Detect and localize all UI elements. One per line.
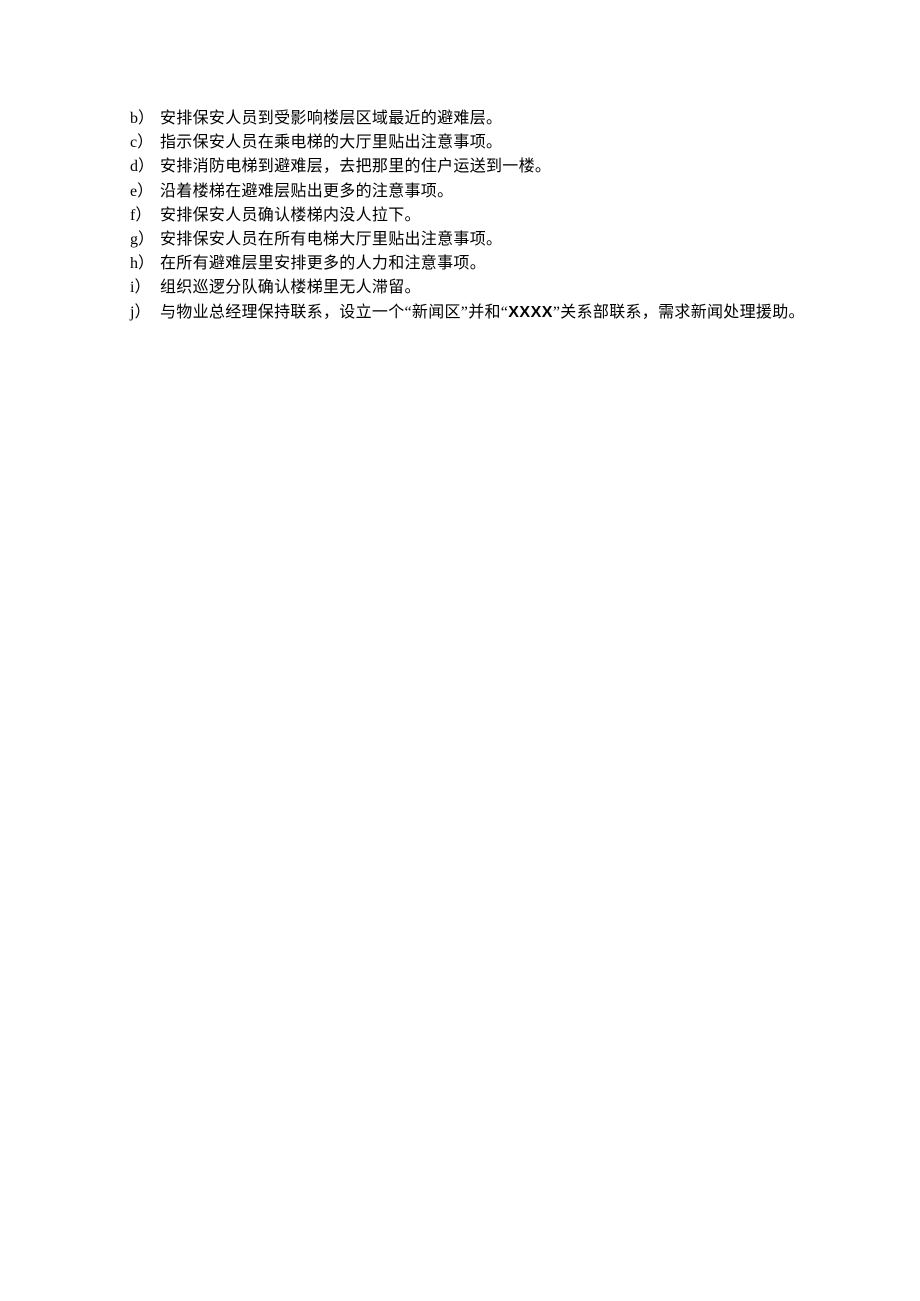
list-marker: c）	[130, 131, 160, 154]
marker-paren: ）	[138, 231, 154, 248]
marker-paren: ）	[134, 304, 150, 321]
ordered-list: b） 安排保安人员到受影响楼层区域最近的避难层。 c） 指示保安人员在乘电梯的大…	[130, 107, 920, 324]
list-text: 安排保安人员确认楼梯内没人拉下。	[160, 204, 421, 227]
marker-paren: ）	[138, 110, 154, 127]
list-text: 安排消防电梯到避难层，去把那里的住户运送到一楼。	[160, 155, 551, 178]
marker-letter: d	[130, 158, 138, 175]
list-text: 沿着楼梯在避难层贴出更多的注意事项。	[160, 180, 453, 203]
list-marker: d）	[130, 155, 160, 178]
list-item: j） 与物业总经理保持联系，设立一个“新闻区”并和“XXXX”关系部联系，需求新…	[130, 301, 920, 324]
list-marker: i）	[130, 276, 160, 299]
document-page: b） 安排保安人员到受影响楼层区域最近的避难层。 c） 指示保安人员在乘电梯的大…	[0, 0, 920, 324]
marker-letter: h	[130, 255, 138, 272]
marker-letter: b	[130, 110, 138, 127]
list-marker: f）	[130, 204, 160, 227]
list-item: b） 安排保安人员到受影响楼层区域最近的避难层。	[130, 107, 920, 130]
text-segment: ”关系部联系，需求新闻处理援助。	[553, 304, 805, 321]
marker-paren: ）	[138, 255, 154, 272]
list-marker: h）	[130, 252, 160, 275]
list-item: e） 沿着楼梯在避难层贴出更多的注意事项。	[130, 180, 920, 203]
list-item: c） 指示保安人员在乘电梯的大厅里贴出注意事项。	[130, 131, 920, 154]
marker-letter: g	[130, 231, 138, 248]
marker-paren: ）	[135, 207, 151, 224]
marker-paren: ）	[137, 183, 153, 200]
bold-text: XXXX	[508, 304, 553, 321]
list-marker: b）	[130, 107, 160, 130]
marker-paren: ）	[137, 134, 153, 151]
list-text: 指示保安人员在乘电梯的大厅里贴出注意事项。	[160, 131, 502, 154]
list-text: 在所有避难层里安排更多的人力和注意事项。	[160, 252, 486, 275]
marker-paren: ）	[138, 158, 154, 175]
text-segment: 与物业总经理保持联系，设立一个“新闻区”并和“	[160, 304, 508, 321]
list-item: d） 安排消防电梯到避难层，去把那里的住户运送到一楼。	[130, 155, 920, 178]
marker-paren: ）	[134, 279, 150, 296]
list-item: g） 安排保安人员在所有电梯大厅里贴出注意事项。	[130, 228, 920, 251]
list-marker: g）	[130, 228, 160, 251]
list-marker: e）	[130, 180, 160, 203]
list-text: 安排保安人员在所有电梯大厅里贴出注意事项。	[160, 228, 502, 251]
list-marker: j）	[130, 301, 160, 324]
list-text: 安排保安人员到受影响楼层区域最近的避难层。	[160, 107, 502, 130]
list-text: 组织巡逻分队确认楼梯里无人滞留。	[160, 276, 421, 299]
list-item: i） 组织巡逻分队确认楼梯里无人滞留。	[130, 276, 920, 299]
list-item: h） 在所有避难层里安排更多的人力和注意事项。	[130, 252, 920, 275]
list-text: 与物业总经理保持联系，设立一个“新闻区”并和“XXXX”关系部联系，需求新闻处理…	[160, 301, 805, 324]
list-item: f） 安排保安人员确认楼梯内没人拉下。	[130, 204, 920, 227]
